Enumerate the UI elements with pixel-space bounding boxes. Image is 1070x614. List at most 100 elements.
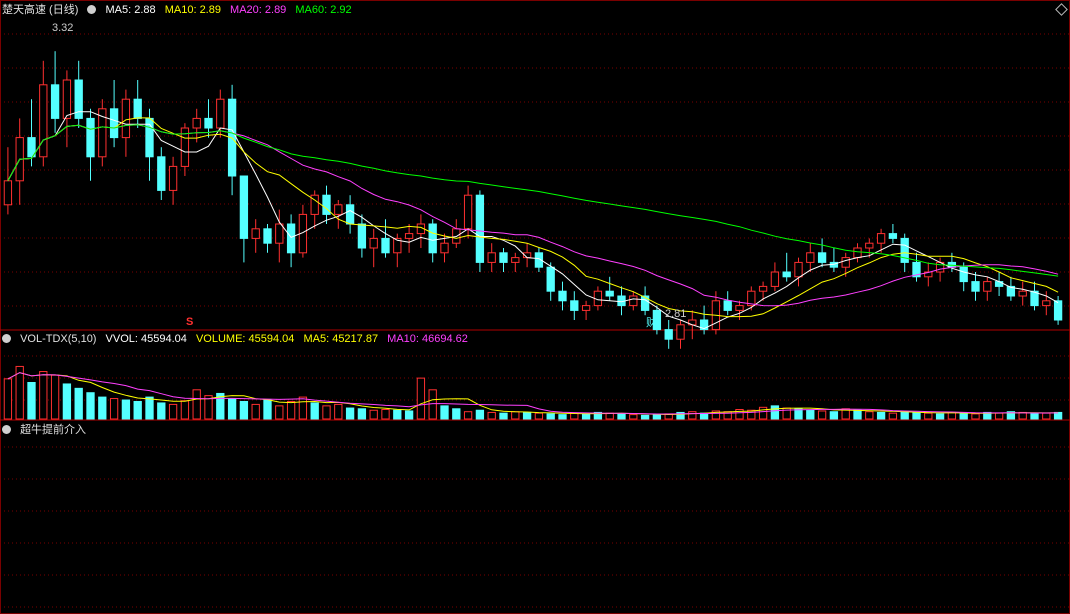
candle-body [404,233,414,239]
volume-bar [971,413,980,420]
candle-body [62,79,72,119]
candle-body [735,305,744,311]
candle-body [876,233,886,244]
candle-body [629,295,638,307]
volume-bar [581,413,591,420]
ma60-label: MA60: 2.92 [295,4,352,16]
ma5-line [7,111,1059,330]
candle-body [983,281,992,292]
volume-bar [393,409,402,420]
volume-bar [298,396,308,420]
candle-body [499,252,508,263]
candle-body [770,271,780,287]
volume-bar [652,414,662,420]
volume-bar [133,400,142,420]
candle-body [959,266,968,283]
candle-body [109,108,119,139]
volume-bar [758,406,768,420]
volume-bar [629,414,638,420]
high-price-label: 3.32 [52,22,74,34]
volume-panel-header: VOL-TDX(5,10) VVOL: 45594.04 VOLUME: 455… [2,332,474,346]
volume-bar [74,387,83,420]
volume-bar [428,389,437,420]
volume-bar [192,389,201,420]
volume-settings-gear-icon[interactable] [2,334,11,343]
volume-bar [145,396,154,420]
candle-body [971,281,980,292]
candle-body [357,223,367,249]
candle-body [640,295,650,311]
volume-ma10-label: MA10: 46694.62 [387,333,468,345]
volume-bar [912,411,921,420]
volume-bar [959,412,968,420]
low-price-label: 2.81 [665,308,687,320]
candle-body [381,237,390,254]
volume-bar [475,409,485,420]
volume-bar [27,382,36,420]
signal-title: 超牛提前介入 [20,424,87,436]
volume-bar [381,409,390,420]
volume-bar [817,410,827,420]
volume-bar [180,400,190,420]
volume-bar [251,403,260,420]
ma5-label: MA5: 2.88 [105,4,156,16]
candle-body [168,165,178,191]
volume-bar [357,408,367,420]
candle-body [664,329,673,340]
candle-body [121,98,131,139]
volume-bar [369,409,378,420]
volume-bar [605,412,614,420]
volume-bar [794,408,803,420]
volume-bar [334,403,343,420]
candle-body [369,237,378,249]
volume-bar [121,399,131,420]
candle-body [86,117,95,158]
candle-body [676,324,685,340]
candle-body [286,223,296,254]
volume-bar [416,377,426,420]
signal-settings-gear-icon[interactable] [2,425,11,434]
candle-body [428,223,437,254]
volume-bar [98,396,107,420]
volume-bar [275,405,284,420]
candle-body [1042,300,1051,307]
volume-bar [463,411,473,420]
candle-body [39,84,48,158]
volume-bar [487,411,496,420]
volume-bar [310,402,319,420]
candle-body [440,242,449,254]
volume-bar [39,371,48,420]
volume-bar [853,409,862,420]
candle-body [758,285,768,292]
volume-bar [865,411,874,420]
candle-body [275,223,284,244]
volume-bar [688,411,697,420]
volume-bar [168,403,178,420]
s-marker: S [186,316,194,328]
candle-body [817,252,827,263]
candle-body [865,242,874,249]
candle-body [794,261,803,278]
volume-bar [322,405,331,420]
volume-bar [499,412,508,420]
candle-body [511,257,520,263]
settings-gear-icon[interactable] [87,5,97,14]
candle-body [133,98,142,119]
main-panel-header: 楚天高速 (日线) MA5: 2.88 MA10: 2.89 MA20: 2.8… [2,3,358,17]
chart-canvas [0,0,1070,614]
volume-bar [1030,413,1039,420]
candle-body [251,228,260,239]
volume-bar [699,412,709,420]
volume-bar [534,412,544,420]
volume-bar [617,413,626,420]
stock-title: 楚天高速 (日线) [2,4,79,16]
volume-bar [876,411,886,420]
volume-bar [109,398,119,420]
candle-body [192,117,201,129]
volume-bar [994,412,1004,420]
candle-body [263,228,272,244]
candle-body [3,180,13,206]
volume-label: VOLUME: 45594.04 [195,333,295,345]
candle-body [806,252,815,263]
candle-body [334,204,343,215]
